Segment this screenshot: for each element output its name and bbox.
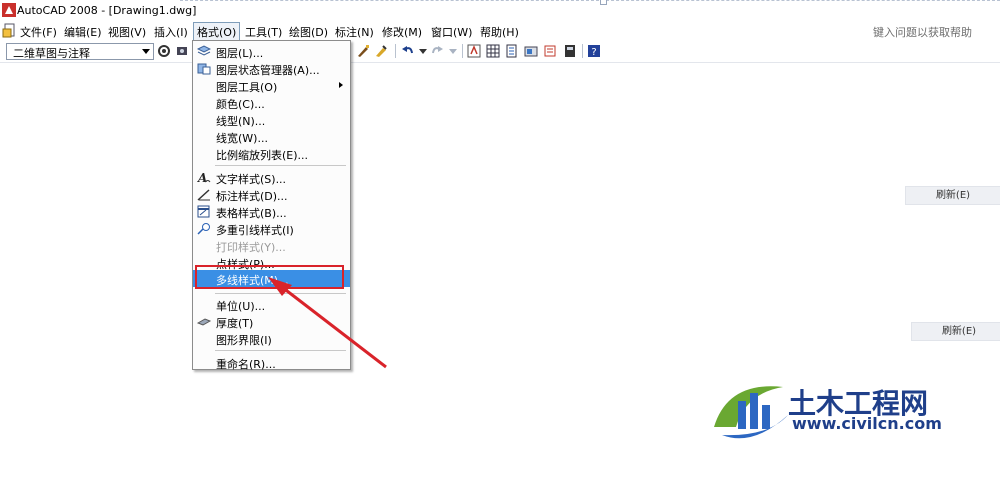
refresh-button[interactable]: 刷新(E) bbox=[911, 322, 1000, 341]
watermark-url-text: www.civilcn.com bbox=[792, 414, 942, 433]
refresh-button[interactable]: 刷新(E) bbox=[905, 186, 1000, 205]
watermark-logo-icon bbox=[714, 386, 788, 439]
